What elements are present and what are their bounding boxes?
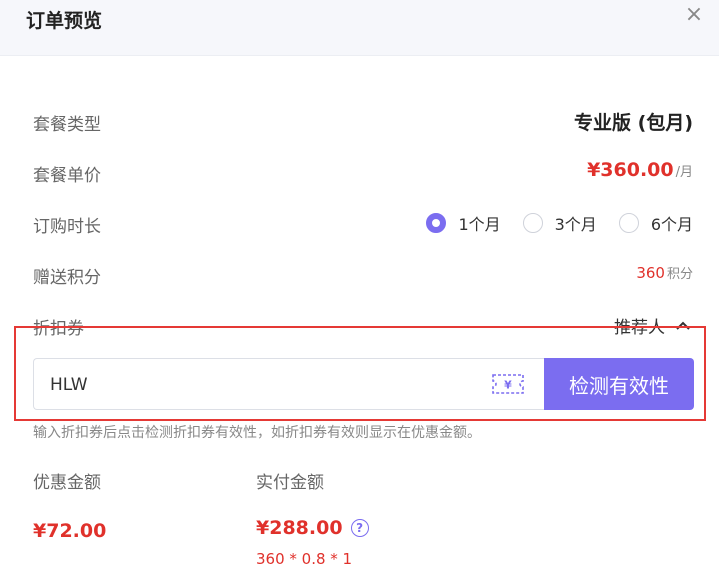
paid-label: 实付金额	[256, 473, 324, 493]
unit-price-value: ¥360.00/月	[587, 159, 693, 181]
duration-option-label: 1个月	[458, 215, 501, 234]
unit-price-label: 套餐单价	[33, 166, 101, 186]
discount-label: 优惠金额	[33, 473, 101, 493]
radio-unselected-icon[interactable]	[618, 213, 639, 233]
unit-price-amount: ¥360.00	[587, 159, 674, 181]
duration-option-3-months[interactable]: 3个月	[522, 211, 597, 235]
dialog-header: 订单预览 ×	[0, 0, 719, 56]
bonus-points-row: 赠送积分 360 积分	[33, 259, 693, 289]
plan-type-label: 套餐类型	[33, 115, 101, 135]
duration-label: 订购时长	[33, 217, 101, 237]
bonus-points-unit: 积分	[666, 267, 693, 282]
bonus-points-label: 赠送积分	[33, 268, 101, 288]
help-icon[interactable]: ?	[350, 519, 369, 537]
duration-option-1-month[interactable]: 1个月	[426, 211, 501, 235]
svg-text:¥: ¥	[504, 379, 512, 392]
plan-type-value: 专业版 (包月)	[574, 112, 693, 134]
duration-option-label: 6个月	[650, 215, 693, 234]
paid-amount-wrap: ¥288.00 ?	[256, 517, 369, 539]
check-validity-button[interactable]: 检测有效性	[544, 358, 694, 410]
duration-row: 订购时长 1个月 3个月 6个月	[33, 208, 693, 238]
duration-option-label: 3个月	[554, 215, 597, 234]
duration-option-6-months[interactable]: 6个月	[618, 211, 693, 235]
coupon-hint: 输入折扣券后点击检测折扣券有效性，如折扣券有效则显示在优惠金额。	[33, 425, 481, 441]
bonus-points-value: 360 积分	[636, 263, 693, 282]
radio-unselected-icon[interactable]	[522, 213, 543, 233]
duration-radio-group: 1个月 3个月 6个月	[404, 211, 693, 235]
price-formula: 360 * 0.8 * 1	[256, 550, 353, 568]
radio-selected-icon[interactable]	[426, 213, 447, 233]
discount-amount: ¥72.00	[33, 520, 107, 542]
dialog-title: 订单预览	[26, 10, 103, 32]
plan-type-row: 套餐类型 专业版 (包月)	[33, 106, 693, 136]
unit-price-row: 套餐单价 ¥360.00/月	[33, 157, 693, 187]
paid-amount: ¥288.00	[256, 517, 343, 539]
unit-price-unit: /月	[675, 165, 693, 180]
coupon-input-wrapper: ¥	[33, 358, 545, 411]
close-icon[interactable]: ×	[681, 2, 707, 28]
ticket-icon[interactable]: ¥	[491, 373, 525, 395]
bonus-points-amount: 360	[636, 264, 665, 282]
coupon-input[interactable]	[48, 359, 472, 411]
